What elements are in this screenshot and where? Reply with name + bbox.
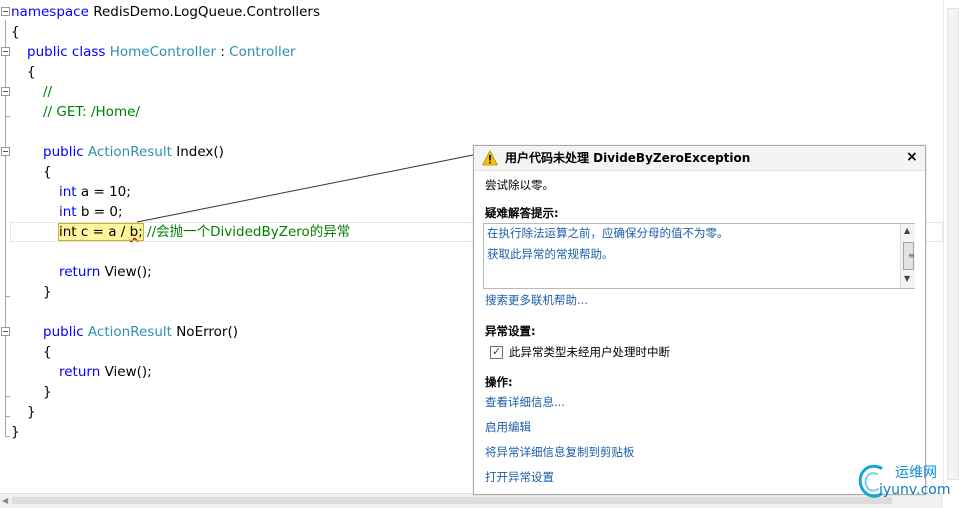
brace: { xyxy=(43,164,52,180)
tip-link[interactable]: 获取此异常的常规帮助。 xyxy=(487,246,614,262)
code-line-brace: } xyxy=(27,402,36,422)
keyword: return xyxy=(59,264,101,280)
horizontal-scrollbar-thumb[interactable] xyxy=(12,497,892,504)
outline-tick xyxy=(5,296,10,297)
code-text: b = 0; xyxy=(76,204,123,220)
keyword: public xyxy=(27,44,68,60)
break-on-exception-checkbox[interactable]: ✓ xyxy=(490,345,503,359)
code-text: View(); xyxy=(100,264,152,280)
brace: } xyxy=(11,424,20,440)
outline-tick xyxy=(5,416,10,417)
action-enable-editing-link[interactable]: 启用编辑 xyxy=(485,419,531,435)
class-name: HomeController xyxy=(109,44,217,60)
code-text: View(); xyxy=(100,364,152,380)
code-line-decl-b: int b = 0; xyxy=(59,202,123,222)
code-line-noerror-signature: public ActionResult NoError() xyxy=(43,322,238,342)
code-line-brace: { xyxy=(11,22,20,42)
outline-guide xyxy=(5,20,6,437)
code-line-namespace: namespace RedisDemo.LogQueue.Controllers xyxy=(11,2,320,22)
squiggle-variable: b xyxy=(129,224,139,240)
fold-icon[interactable] xyxy=(1,327,10,336)
watermark-en: iyunv.com xyxy=(879,482,951,498)
horizontal-scrollbar[interactable]: ◀ xyxy=(0,493,943,508)
action-view-details-link[interactable]: 查看详细信息... xyxy=(485,394,565,410)
code-line-brace: } xyxy=(11,422,20,442)
code-line-exception[interactable]: int c = a / b; //会抛一个DividedByZero的异常 xyxy=(58,222,351,242)
exception-settings-header: 异常设置: xyxy=(485,324,536,338)
code-line-return: return View(); xyxy=(59,262,152,282)
close-icon[interactable]: × xyxy=(906,149,918,165)
outline-tick xyxy=(5,396,10,397)
fold-icon[interactable] xyxy=(1,87,10,96)
base-class: Controller xyxy=(229,44,296,60)
code-line-comment: // xyxy=(43,82,52,102)
namespace-name: RedisDemo.LogQueue.Controllers xyxy=(93,4,320,20)
brace: { xyxy=(43,344,52,360)
exception-message: 尝试除以零。 xyxy=(485,178,554,192)
colon: : xyxy=(216,44,230,60)
grip-icon: ≡ xyxy=(908,251,915,260)
fold-icon[interactable] xyxy=(1,147,10,156)
vertical-scrollbar-thumb[interactable] xyxy=(947,8,959,480)
brace: { xyxy=(27,64,36,80)
comment: //会抛一个DividedByZero的异常 xyxy=(142,224,351,240)
code-line-brace: { xyxy=(43,162,52,182)
watermark-logo: 运维网 iyunv.com xyxy=(855,460,955,502)
fold-icon[interactable] xyxy=(1,47,10,56)
return-type: ActionResult xyxy=(87,324,172,340)
checkbox-icon: ✓ xyxy=(492,345,502,358)
brace: } xyxy=(43,384,52,400)
code-line-brace: { xyxy=(43,342,52,362)
keyword: int xyxy=(59,184,77,200)
tips-header: 疑难解答提示: xyxy=(485,206,559,220)
code-line-comment: // GET: /Home/ xyxy=(43,102,140,122)
code-line-class: public class HomeController : Controller xyxy=(27,42,296,62)
action-copy-details-link[interactable]: 将异常详细信息复制到剪贴板 xyxy=(485,444,635,460)
popup-header: 用户代码未处理 DivideByZeroException × xyxy=(474,146,925,171)
tips-list[interactable]: 在执行除法运算之前，应确保分母的值不为零。 获取此异常的常规帮助。 ▲ ≡ ▼ xyxy=(483,223,915,289)
comment: // xyxy=(43,84,53,100)
method-name: NoError() xyxy=(171,324,239,340)
brace: { xyxy=(11,24,20,40)
tips-scrollbar[interactable]: ▲ ≡ ▼ xyxy=(900,224,915,288)
outline-tick xyxy=(5,436,10,437)
keyword: class xyxy=(71,44,106,60)
keyword: int xyxy=(59,224,77,240)
code-text: c = a / xyxy=(76,224,130,240)
exception-assistant-popup: 用户代码未处理 DivideByZeroException × 尝试除以零。 疑… xyxy=(473,145,926,495)
exception-highlight: int c = a / b; xyxy=(58,223,144,241)
fold-icon[interactable] xyxy=(1,7,10,16)
checkbox-label[interactable]: 此异常类型未经用户处理时中断 xyxy=(509,344,670,360)
code-line-brace: } xyxy=(43,382,52,402)
search-online-help-link[interactable]: 搜索更多联机帮助... xyxy=(485,292,588,308)
keyword: public xyxy=(43,144,84,160)
code-line-brace: { xyxy=(27,62,36,82)
scroll-down-icon[interactable]: ▼ xyxy=(904,274,910,283)
scroll-left-icon[interactable]: ◀ xyxy=(2,496,8,505)
method-name: Index() xyxy=(171,144,224,160)
action-open-settings-link[interactable]: 打开异常设置 xyxy=(485,469,554,485)
code-text: a = 10; xyxy=(76,184,131,200)
code-line-index-signature: public ActionResult Index() xyxy=(43,142,224,162)
comment: // GET: /Home/ xyxy=(43,104,140,120)
keyword: public xyxy=(43,324,84,340)
scroll-up-icon[interactable]: ▲ xyxy=(904,226,910,235)
watermark-cn: 运维网 xyxy=(895,465,937,481)
code-line-return: return View(); xyxy=(59,362,152,382)
popup-title: 用户代码未处理 DivideByZeroException xyxy=(505,151,751,165)
code-line-decl-a: int a = 10; xyxy=(59,182,131,202)
outline-tick xyxy=(5,116,10,117)
warning-icon xyxy=(482,150,498,166)
keyword: int xyxy=(59,204,77,220)
keyword: return xyxy=(59,364,101,380)
vertical-scrollbar[interactable] xyxy=(943,0,959,493)
actions-header: 操作: xyxy=(485,375,513,389)
code-line-brace: } xyxy=(43,282,52,302)
return-type: ActionResult xyxy=(87,144,172,160)
brace: } xyxy=(43,284,52,300)
tip-link[interactable]: 在执行除法运算之前，应确保分母的值不为零。 xyxy=(487,225,729,241)
brace: } xyxy=(27,404,36,420)
keyword: namespace xyxy=(11,4,89,20)
tips-scrollbar-thumb[interactable]: ≡ xyxy=(903,242,915,270)
